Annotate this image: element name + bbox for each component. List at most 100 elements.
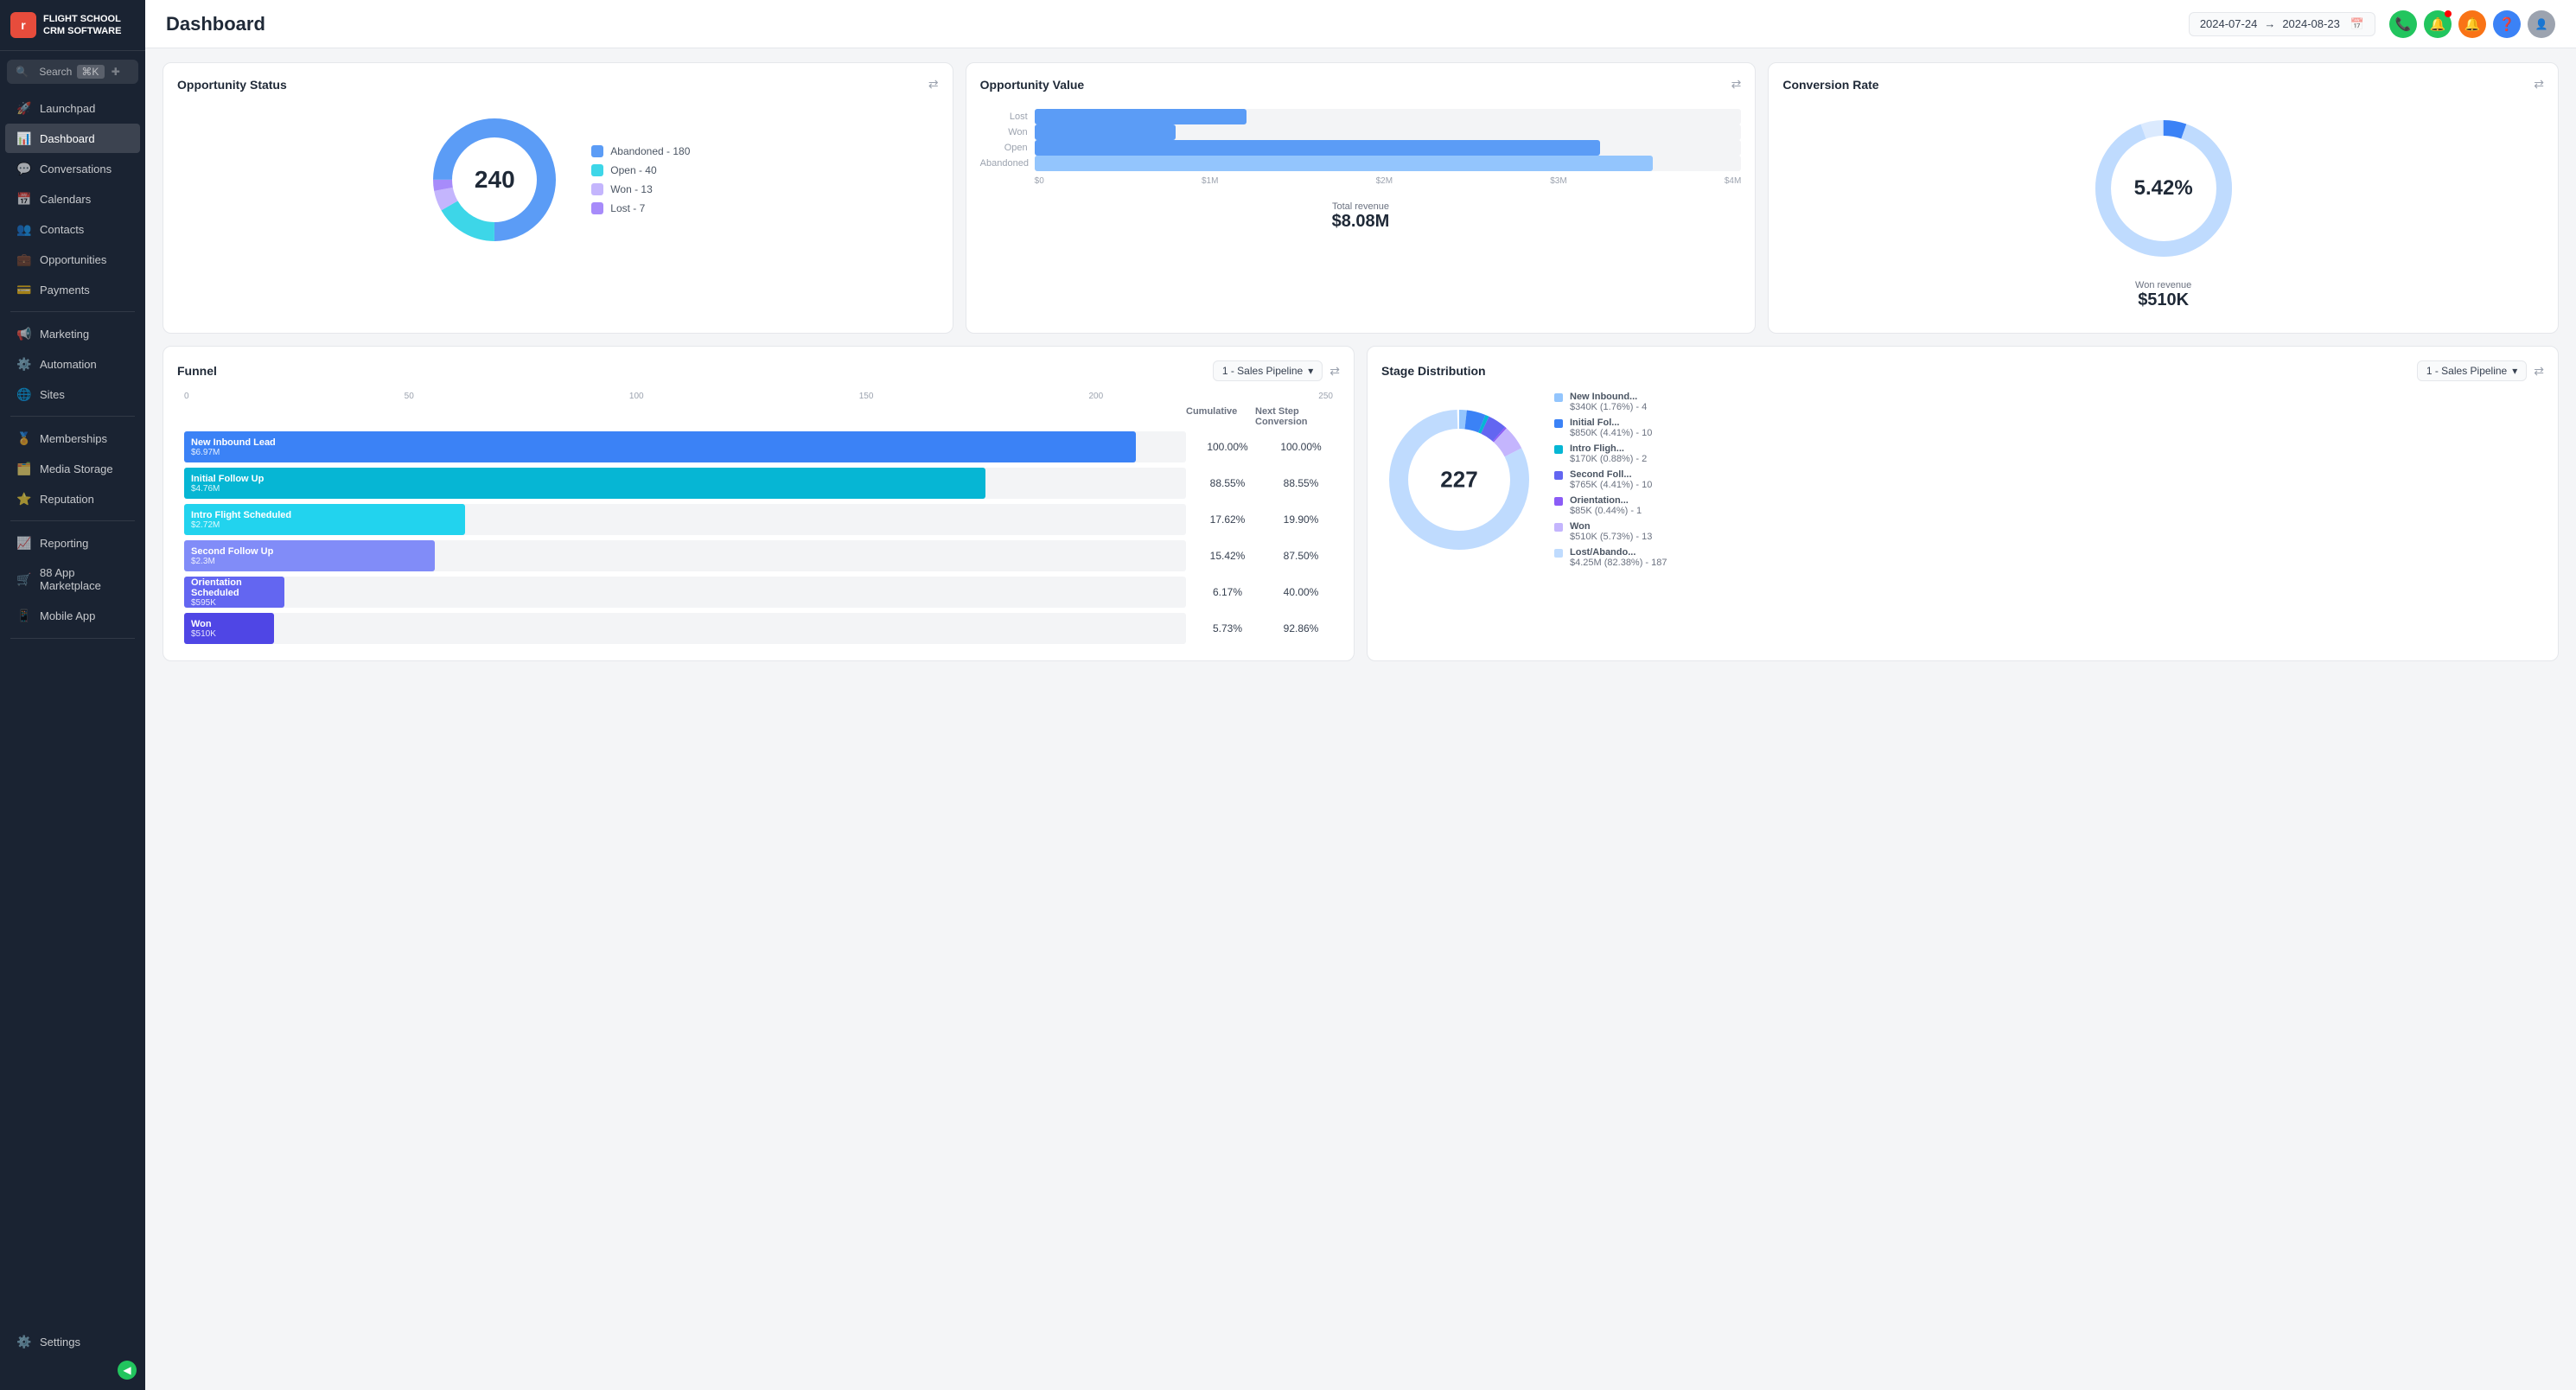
logo-icon: r [10, 12, 36, 38]
bar-track [1035, 124, 1742, 140]
stage-legend-dot [1554, 497, 1563, 506]
stage-legend-sub: $170K (0.88%) - 2 [1570, 454, 1647, 464]
funnel-next-step: 92.86% [1262, 622, 1340, 634]
sidebar-item-calendars[interactable]: 📅Calendars [5, 184, 140, 214]
stage-legend: New Inbound... $340K (1.76%) - 4 Initial… [1554, 392, 1667, 568]
funnel-next-step: 19.90% [1262, 513, 1340, 526]
funnel-bar-inner: New Inbound Lead $6.97M [184, 431, 1136, 462]
axis-label: $2M [1376, 176, 1393, 186]
sidebar-label: Media Storage [40, 462, 113, 475]
avatar[interactable]: 👤 [2528, 10, 2555, 38]
sidebar-label: Memberships [40, 432, 107, 445]
funnel-bar-inner: Orientation Scheduled $595K [184, 577, 284, 608]
filter-icon[interactable]: ⇄ [1731, 77, 1742, 92]
logo: r FLIGHT SCHOOL CRM SOFTWARE [0, 0, 145, 51]
opportunity-status-card: Opportunity Status ⇄ [163, 62, 953, 334]
funnel-bar-val: $2.72M [191, 520, 458, 530]
stage-legend-item: Orientation... $85K (0.44%) - 1 [1554, 495, 1667, 516]
filter-icon[interactable]: ⇄ [928, 77, 939, 92]
sidebar-item-launchpad[interactable]: 🚀 Launchpad [5, 93, 140, 123]
funnel-bar-name: Initial Follow Up [191, 474, 979, 484]
sidebar-label: Reputation [40, 493, 94, 506]
sidebar-label: Sites [40, 388, 65, 401]
opp-value-title: Opportunity Value [980, 78, 1085, 92]
search-bar[interactable]: 🔍 Search ⌘K ✚ [7, 60, 138, 84]
sidebar-item-payments[interactable]: 💳Payments [5, 275, 140, 304]
bar-fill [1035, 124, 1176, 140]
axis-label: $1M [1202, 176, 1218, 186]
page-title: Dashboard [166, 13, 2175, 35]
funnel-bar-area: Won $510K [177, 610, 1193, 647]
sidebar-item-contacts[interactable]: 👥Contacts [5, 214, 140, 244]
sidebar-item-opportunities[interactable]: 💼Opportunities [5, 245, 140, 274]
bar-row: Abandoned [980, 156, 1742, 171]
help-icon-btn[interactable]: ❓ [2493, 10, 2521, 38]
legend-label: Open - 40 [610, 164, 656, 176]
funnel-pipeline-dropdown[interactable]: 1 - Sales Pipeline ▾ [1213, 360, 1323, 381]
funnel-next-step: 88.55% [1262, 477, 1340, 489]
date-range[interactable]: 2024-07-24 → 2024-08-23 📅 [2189, 12, 2375, 36]
stage-legend-dot [1554, 523, 1563, 532]
stage-pipeline-dropdown[interactable]: 1 - Sales Pipeline ▾ [2417, 360, 2527, 381]
funnel-next-step: 87.50% [1262, 550, 1340, 562]
nav-divider [10, 416, 135, 417]
filter-icon[interactable]: ⇄ [2534, 77, 2544, 92]
opp-value-footer: Total revenue $8.08M [980, 201, 1742, 232]
funnel-row: Intro Flight Scheduled $2.72M 17.62% 19.… [177, 501, 1340, 538]
sidebar-item-settings[interactable]: ⚙️ Settings [5, 1327, 140, 1356]
collapse-button[interactable]: ◀ [118, 1361, 137, 1380]
media-storage-icon: 🗂️ [17, 462, 31, 475]
reporting-icon: 📈 [17, 536, 31, 550]
filter-icon[interactable]: ⇄ [1329, 364, 1340, 379]
funnel-cumulative: 5.73% [1193, 622, 1262, 634]
stage-content: 227 New Inbound... $340K (1.76%) - 4 Ini… [1381, 392, 2544, 568]
bar-label: Lost [980, 112, 1028, 122]
sidebar-item-media-storage[interactable]: 🗂️ Media Storage [5, 454, 140, 483]
filter-icon[interactable]: ⇄ [2534, 364, 2544, 379]
alert-icon-btn[interactable]: 🔔 [2458, 10, 2486, 38]
nav-divider [10, 311, 135, 312]
bar-track [1035, 140, 1742, 156]
funnel-card: Funnel 1 - Sales Pipeline ▾ ⇄ 0501001502… [163, 346, 1355, 661]
sidebar-label: Launchpad [40, 102, 95, 115]
stage-legend-sub: $850K (4.41%) - 10 [1570, 428, 1652, 438]
sidebar-item-sites[interactable]: 🌐Sites [5, 379, 140, 409]
notification-icon-btn[interactable]: 🔔 [2424, 10, 2452, 38]
sidebar-item-memberships[interactable]: 🏅Memberships [5, 424, 140, 453]
stage-legend-label: Lost/Abando... [1570, 547, 1667, 558]
calendars-icon: 📅 [17, 192, 31, 206]
funnel-bar-name: New Inbound Lead [191, 437, 1129, 448]
funnel-cumulative: 17.62% [1193, 513, 1262, 526]
sidebar-item-marketing[interactable]: 📢Marketing [5, 319, 140, 348]
sidebar-item-conversations[interactable]: 💬Conversations [5, 154, 140, 183]
card-header: Opportunity Value ⇄ [980, 77, 1742, 92]
stage-header: Stage Distribution 1 - Sales Pipeline ▾ … [1381, 360, 2544, 381]
card-header: Opportunity Status ⇄ [177, 77, 939, 92]
funnel-cumulative: 6.17% [1193, 586, 1262, 598]
funnel-bar-inner: Intro Flight Scheduled $2.72M [184, 504, 465, 535]
stage-title: Stage Distribution [1381, 364, 1486, 378]
sidebar-item-mobile-app[interactable]: 📱Mobile App [5, 601, 140, 630]
funnel-table-header: Cumulative Next Step Conversion [177, 406, 1340, 427]
funnel-bar-area: Intro Flight Scheduled $2.72M [177, 501, 1193, 538]
search-shortcut: ⌘K [77, 65, 104, 79]
sidebar-item-reputation[interactable]: ⭐ Reputation [5, 484, 140, 513]
bar-row: Open [980, 140, 1742, 156]
stage-legend-label: Second Foll... [1570, 469, 1652, 480]
reputation-icon: ⭐ [17, 492, 31, 506]
launchpad-icon: 🚀 [17, 101, 31, 115]
sidebar-item-dashboard[interactable]: 📊Dashboard [5, 124, 140, 153]
logo-text: FLIGHT SCHOOL CRM SOFTWARE [43, 13, 121, 38]
sidebar-item-reporting[interactable]: 📈Reporting [5, 528, 140, 558]
funnel-bar-name: Orientation Scheduled [191, 577, 277, 598]
legend-label: Won - 13 [610, 183, 652, 195]
stage-legend-sub: $340K (1.76%) - 4 [1570, 402, 1647, 412]
sidebar: r FLIGHT SCHOOL CRM SOFTWARE 🔍 Search ⌘K… [0, 0, 145, 1390]
sidebar-label: Dashboard [40, 132, 95, 145]
funnel-pipeline-label: 1 - Sales Pipeline [1222, 365, 1303, 377]
sidebar-item-app-marketplace[interactable]: 🛒88 App Marketplace [5, 558, 140, 600]
phone-icon-btn[interactable]: 📞 [2389, 10, 2417, 38]
automation-icon: ⚙️ [17, 357, 31, 371]
bar-row: Won [980, 124, 1742, 140]
sidebar-item-automation[interactable]: ⚙️Automation [5, 349, 140, 379]
